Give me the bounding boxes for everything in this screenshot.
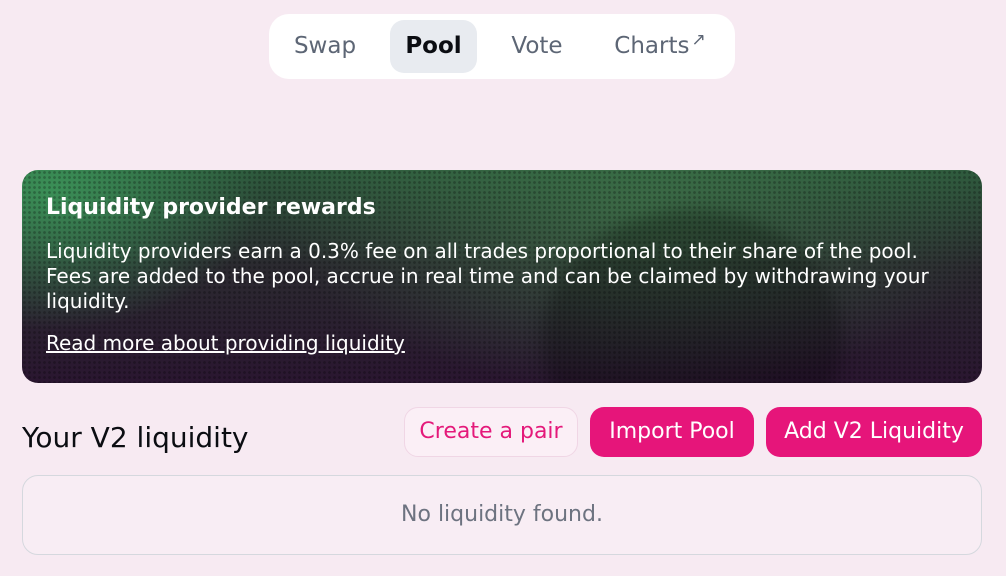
rewards-banner-text: Liquidity providers earn a 0.3% fee on a…: [46, 239, 958, 314]
read-more-link[interactable]: Read more about providing liquidity: [46, 331, 405, 355]
liquidity-empty-state: No liquidity found.: [22, 475, 982, 555]
rewards-banner-content: Liquidity provider rewards Liquidity pro…: [46, 194, 958, 355]
nav-tab-swap[interactable]: Swap: [280, 20, 370, 73]
rewards-banner-text-line2: Fees are added to the pool, accrue in re…: [46, 264, 929, 313]
nav-tab-charts-label: Charts: [614, 33, 690, 59]
nav-tab-pool[interactable]: Pool: [390, 20, 477, 73]
empty-state-message: No liquidity found.: [401, 502, 603, 527]
arrow-up-right-icon: ↗: [691, 30, 706, 50]
add-v2-liquidity-button[interactable]: Add V2 Liquidity: [766, 407, 982, 457]
import-pool-button[interactable]: Import Pool: [590, 407, 754, 457]
nav-tab-charts[interactable]: Charts ↗: [600, 20, 720, 73]
create-pair-button[interactable]: Create a pair: [404, 407, 578, 457]
top-nav: Swap Pool Vote Charts ↗: [269, 14, 735, 79]
liquidity-section-title: Your V2 liquidity: [22, 421, 249, 454]
rewards-banner: Liquidity provider rewards Liquidity pro…: [22, 170, 982, 383]
nav-tab-vote[interactable]: Vote: [494, 20, 580, 73]
rewards-banner-title: Liquidity provider rewards: [46, 195, 376, 220]
rewards-banner-text-line1: Liquidity providers earn a 0.3% fee on a…: [46, 239, 918, 263]
